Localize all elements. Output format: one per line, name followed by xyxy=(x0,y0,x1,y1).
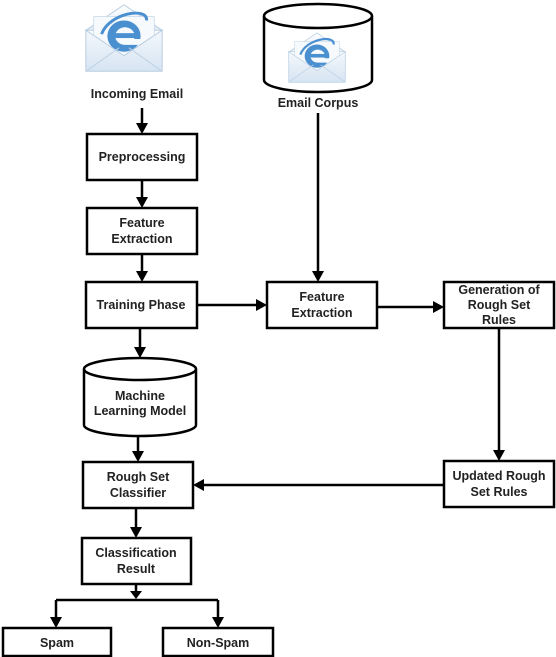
updated-rules-line2: Set Rules xyxy=(471,485,528,499)
node-rough-set-classifier: Rough Set Classifier xyxy=(81,460,195,510)
preprocessing-label: Preprocessing xyxy=(99,150,186,164)
classification-result-line2: Result xyxy=(117,562,156,576)
node-non-spam: Non-Spam xyxy=(161,626,275,657)
non-spam-label: Non-Spam xyxy=(187,636,250,650)
generation-rules-line3: Rules xyxy=(482,313,516,327)
edge-classifier-to-result xyxy=(130,508,142,538)
feature-extraction-left-line1: Feature xyxy=(119,216,164,230)
edge-preprocessing-to-feature xyxy=(136,180,148,208)
arrowhead xyxy=(136,123,148,134)
arrowhead xyxy=(493,450,505,461)
spam-label: Spam xyxy=(40,636,74,650)
updated-rules-line1: Updated Rough xyxy=(452,469,545,483)
node-ml-model: Machine Learning Model xyxy=(82,356,198,438)
email-corpus-cylinder-top xyxy=(262,2,374,30)
edge-updated-to-classifier xyxy=(193,479,444,491)
arrowhead xyxy=(193,479,204,491)
edge-corpus-to-feature-mid xyxy=(312,113,324,282)
node-incoming-email: Incoming Email xyxy=(84,3,183,101)
email-corpus-label: Email Corpus xyxy=(278,96,359,110)
edge-training-to-feature-mid xyxy=(197,299,267,311)
arrowhead xyxy=(256,299,267,311)
training-phase-label: Training Phase xyxy=(97,298,186,312)
arrowhead xyxy=(312,271,324,282)
edge-result-to-split xyxy=(56,584,218,602)
arrowhead xyxy=(130,591,142,599)
edge-feature-to-training xyxy=(136,254,148,282)
flowchart-canvas: Incoming Email Email Corpus Preprocessin… xyxy=(1,2,556,657)
node-feature-extraction-left: Feature Extraction xyxy=(85,206,199,256)
edge-ml-model-to-classifier xyxy=(132,436,144,462)
arrowhead xyxy=(134,347,146,358)
node-email-corpus: Email Corpus xyxy=(262,2,374,110)
arrowhead xyxy=(136,197,148,208)
feature-extraction-mid-line2: Extraction xyxy=(291,306,352,320)
feature-extraction-mid-line1: Feature xyxy=(299,290,344,304)
node-training-phase: Training Phase xyxy=(84,280,199,330)
edge-incoming-to-preprocessing xyxy=(136,108,148,134)
node-preprocessing: Preprocessing xyxy=(85,132,199,182)
ml-model-line1: Machine xyxy=(115,389,165,403)
incoming-email-label: Incoming Email xyxy=(91,87,183,101)
email-envelope-icon xyxy=(84,3,164,73)
ml-model-cylinder-top xyxy=(82,356,198,382)
edge-generation-to-updated xyxy=(493,328,505,461)
arrowhead xyxy=(50,617,62,628)
node-spam: Spam xyxy=(1,626,113,657)
feature-extraction-left-line2: Extraction xyxy=(111,232,172,246)
rough-set-classifier-line2: Classifier xyxy=(110,486,166,500)
rough-set-classifier-line1: Rough Set xyxy=(107,470,170,484)
edge-result-to-non-spam xyxy=(212,600,224,628)
arrowhead xyxy=(136,271,148,282)
arrowhead xyxy=(130,527,142,538)
node-classification-result: Classification Result xyxy=(80,536,193,586)
node-generation-rules: Generation of Rough Set Rules xyxy=(442,280,556,330)
ml-model-line2: Learning Model xyxy=(94,404,186,418)
arrowhead xyxy=(433,301,444,313)
edge-feature-mid-to-generation xyxy=(377,301,444,313)
generation-rules-line2: Rough Set xyxy=(468,298,531,312)
node-updated-rules: Updated Rough Set Rules xyxy=(442,459,556,509)
arrowhead xyxy=(212,617,224,628)
edge-training-to-ml-model xyxy=(134,328,146,358)
generation-rules-line1: Generation of xyxy=(458,283,540,297)
edge-result-to-spam xyxy=(50,600,62,628)
node-feature-extraction-mid: Feature Extraction xyxy=(265,280,379,330)
arrowhead xyxy=(132,451,144,462)
classification-result-line1: Classification xyxy=(95,546,176,560)
